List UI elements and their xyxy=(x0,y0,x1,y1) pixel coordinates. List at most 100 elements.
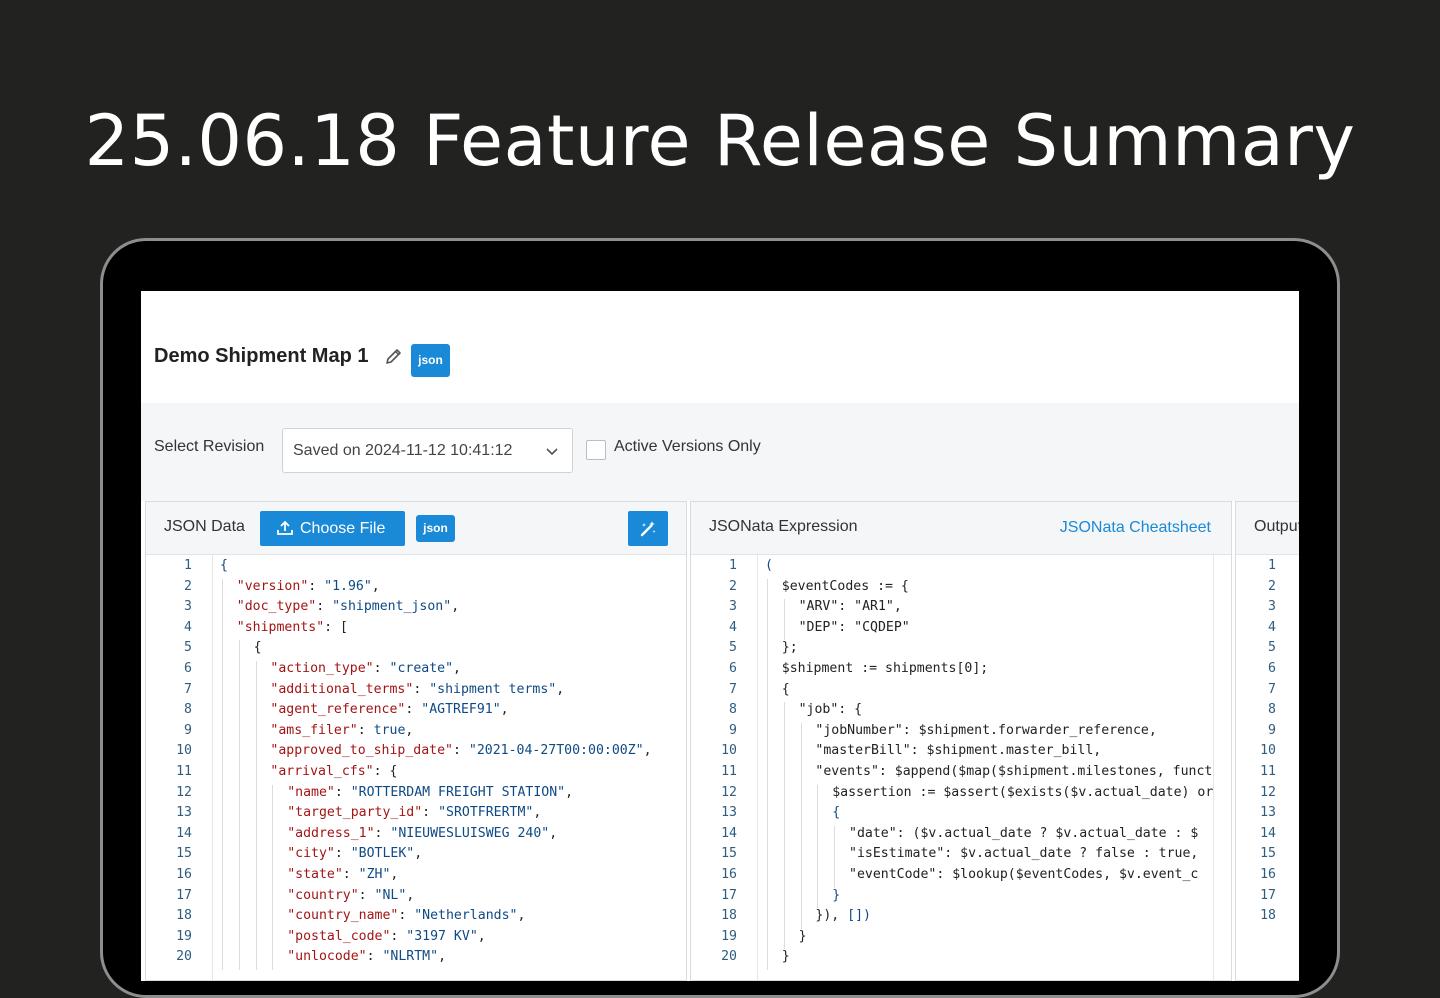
line-number: 9 xyxy=(184,722,192,738)
line-number: 5 xyxy=(1268,640,1276,656)
jsonata-cheatsheet-link[interactable]: JSONata Cheatsheet xyxy=(1060,519,1211,537)
line-number: 3 xyxy=(1268,599,1276,615)
code-line: }), []) xyxy=(815,906,871,926)
json-data-header: JSON Data Choose File json xyxy=(146,502,686,555)
line-number: 5 xyxy=(729,640,737,656)
indent-guide xyxy=(817,784,819,806)
indent-guide xyxy=(767,846,768,867)
indent-guide xyxy=(222,825,223,847)
code-line: "target_party_id": "SROTFRERTM", xyxy=(287,803,541,823)
line-number: 18 xyxy=(1260,908,1276,924)
code-token: true xyxy=(373,722,406,738)
jsonata-code-editor[interactable]: 1(2 $eventCodes := {3 "ARV": "AR1", 4 "DEP":… xyxy=(691,554,1231,980)
line-number: 18 xyxy=(176,908,192,924)
code-token: : [ xyxy=(324,619,348,635)
line-number: 14 xyxy=(176,825,192,841)
line-number: 13 xyxy=(1260,805,1276,821)
indent-guide xyxy=(222,764,223,785)
indent-guide xyxy=(222,702,223,723)
line-number: 14 xyxy=(1260,825,1276,841)
line-number: 9 xyxy=(729,722,737,738)
format-button[interactable] xyxy=(628,511,668,546)
line-number: 4 xyxy=(184,619,192,635)
json-code-editor[interactable]: 1 {2 "version": "1.96", 3 "doc_type": "shipm… xyxy=(146,554,686,980)
gutter-divider xyxy=(757,554,758,980)
code-token: []) xyxy=(847,908,871,924)
code-token: , xyxy=(565,784,574,800)
code-token: "agent_reference" xyxy=(270,702,406,718)
line-number: 10 xyxy=(721,743,737,759)
code-token: "arrival_cfs" xyxy=(270,764,374,779)
choose-file-button[interactable]: Choose File xyxy=(260,511,405,546)
code-line: "ARV": "AR1", xyxy=(799,597,902,617)
jsonata-header: JSONata Expression JSONata Cheatsheet xyxy=(691,502,1231,555)
code-token: , xyxy=(371,578,380,594)
indent-guide xyxy=(783,887,785,909)
line-number: 7 xyxy=(184,681,192,697)
code-line: "shipments": [ xyxy=(237,618,348,638)
indent-guide xyxy=(255,743,257,764)
code-token: : xyxy=(334,784,351,800)
indent-guide xyxy=(222,908,223,929)
code-token: } xyxy=(832,887,841,903)
indent-guide xyxy=(767,908,768,929)
indent-guide xyxy=(800,722,802,744)
line-number: 1 xyxy=(1268,558,1276,573)
indent-guide xyxy=(800,764,802,785)
indent-guide xyxy=(272,949,274,970)
code-token: : xyxy=(405,702,422,718)
code-token: "BOTLEK" xyxy=(350,846,415,862)
code-token: "create" xyxy=(389,661,454,676)
indent-guide xyxy=(272,887,274,909)
indent-guide xyxy=(255,784,257,806)
indent-guide xyxy=(222,681,223,703)
code-line: ( xyxy=(765,556,773,576)
indent-guide xyxy=(222,599,223,620)
code-line: "events": $append($map($shipment.milesto… xyxy=(815,762,1212,782)
revision-select[interactable]: Saved on 2024-11-12 10:41:12 xyxy=(282,428,573,473)
indent-guide xyxy=(783,928,785,950)
indent-guide xyxy=(238,825,240,847)
indent-guide xyxy=(767,619,768,641)
indent-guide xyxy=(238,743,240,764)
code-token: , xyxy=(643,743,652,759)
code-line: "postal_code": "3197 KV", xyxy=(287,927,486,947)
indent-guide xyxy=(783,825,785,847)
indent-guide xyxy=(255,825,257,847)
line-number: 19 xyxy=(176,928,192,944)
indent-guide xyxy=(783,805,785,826)
code-token: "jobNumber": $shipment.forwarder_referen… xyxy=(815,722,1157,738)
indent-guide xyxy=(783,743,785,764)
indent-guide xyxy=(783,599,785,620)
line-number: 6 xyxy=(1268,661,1276,676)
indent-guide xyxy=(255,681,257,703)
line-number: 1 xyxy=(729,558,737,573)
map-title: Demo Shipment Map 1 xyxy=(154,345,369,367)
indent-guide xyxy=(222,928,223,950)
indent-guide xyxy=(272,867,274,888)
active-versions-checkbox[interactable] xyxy=(586,440,606,460)
line-number: 7 xyxy=(729,681,737,697)
code-token: "doc_type" xyxy=(236,599,317,615)
code-token: "version" xyxy=(236,578,309,594)
indent-guide xyxy=(255,722,257,744)
code-token: "events": $append($map($shipment.milesto… xyxy=(815,764,1213,779)
code-line: "additional_terms": "shipment terms", xyxy=(270,680,564,700)
output-title: Output xyxy=(1254,518,1299,535)
line-number: 7 xyxy=(1268,681,1276,697)
code-token: : xyxy=(373,661,390,676)
code-token: "date": ($v.actual_date ? $v.actual_date… xyxy=(849,825,1199,841)
choose-file-label: Choose File xyxy=(300,520,386,537)
indent-guide xyxy=(800,908,802,929)
indent-guide xyxy=(767,764,768,785)
indent-guide xyxy=(222,867,223,888)
code-token: : xyxy=(398,908,415,924)
code-line: "date": ($v.actual_date ? $v.actual_date… xyxy=(849,824,1198,844)
code-token: } xyxy=(798,928,807,944)
indent-guide xyxy=(800,784,802,806)
indent-guide xyxy=(255,702,257,723)
code-token: , xyxy=(549,825,558,841)
code-token: "target_party_id" xyxy=(287,805,423,821)
code-token: "SROTFRERTM" xyxy=(438,805,534,821)
pencil-icon[interactable] xyxy=(384,346,404,366)
